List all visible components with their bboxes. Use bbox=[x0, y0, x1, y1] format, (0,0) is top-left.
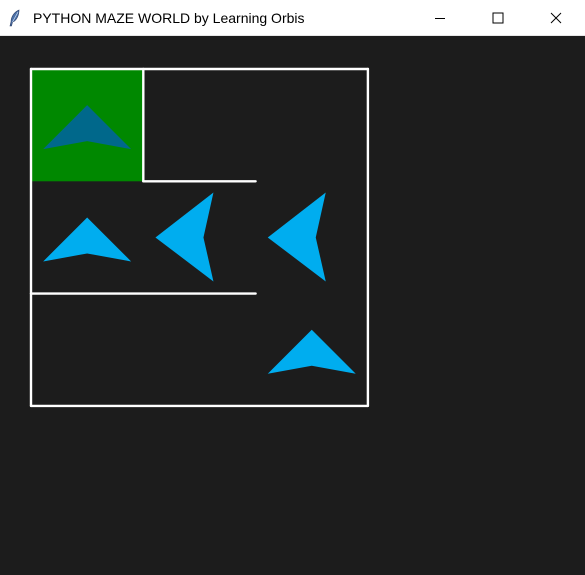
title-bar[interactable]: PYTHON MAZE WORLD by Learning Orbis bbox=[0, 0, 585, 36]
arrow-up-1-0 bbox=[43, 217, 132, 262]
minimize-button[interactable] bbox=[411, 0, 469, 36]
close-icon bbox=[550, 12, 562, 24]
arrow-left-1-1 bbox=[155, 192, 214, 282]
window-title: PYTHON MAZE WORLD by Learning Orbis bbox=[33, 9, 305, 26]
arrow-left-1-2 bbox=[267, 192, 326, 282]
arrow-up-2-2 bbox=[267, 329, 356, 374]
feather-icon bbox=[0, 9, 30, 27]
close-button[interactable] bbox=[527, 0, 585, 36]
maze-drawing bbox=[29, 67, 370, 408]
app-window: PYTHON MAZE WORLD by Learning Orbis bbox=[0, 0, 585, 575]
minimize-icon bbox=[435, 18, 445, 19]
window-controls bbox=[411, 0, 585, 36]
maximize-icon bbox=[492, 12, 504, 24]
maximize-button[interactable] bbox=[469, 0, 527, 36]
maze-canvas[interactable] bbox=[0, 36, 585, 575]
